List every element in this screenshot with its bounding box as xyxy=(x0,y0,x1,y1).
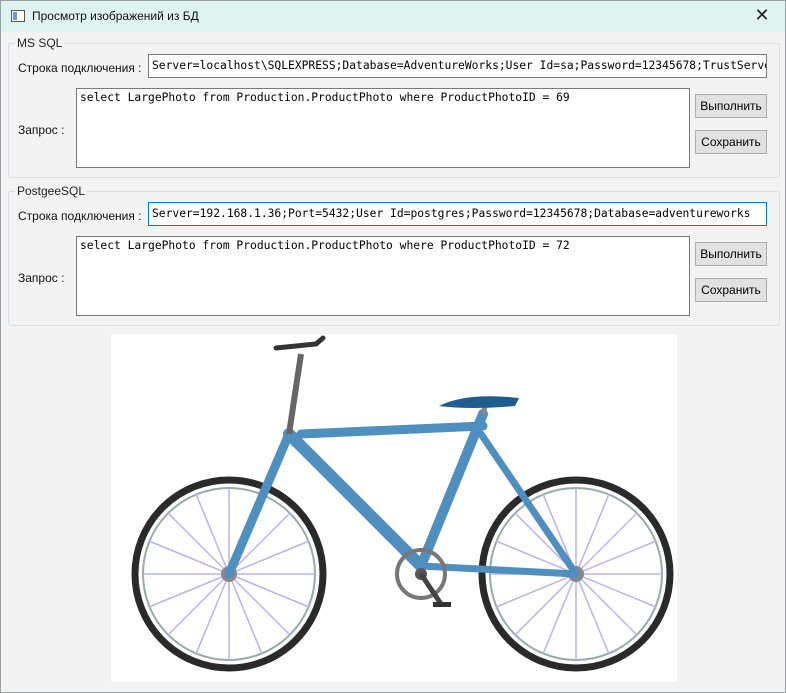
close-button[interactable]: ✕ xyxy=(739,1,785,32)
app-icon xyxy=(11,10,25,22)
mssql-save-button[interactable]: Сохранить xyxy=(695,130,767,154)
postgres-query-input[interactable]: select LargePhoto from Production.Produc… xyxy=(76,236,690,316)
postgres-connection-input[interactable]: Server=192.168.1.36;Port=5432;User Id=po… xyxy=(148,202,767,226)
mssql-group-label: MS SQL xyxy=(15,36,65,50)
postgres-query-label: Запрос : xyxy=(18,271,65,285)
postgres-group: PostgeeSQL Строка подключения : Server=1… xyxy=(8,184,780,326)
bicycle-image xyxy=(131,335,674,672)
mssql-query-label: Запрос : xyxy=(18,123,65,137)
mssql-conn-label: Строка подключения : xyxy=(18,61,142,75)
title-bar: Просмотр изображений из БД ✕ xyxy=(1,1,785,32)
mssql-connection-input[interactable]: Server=localhost\SQLEXPRESS;Database=Adv… xyxy=(148,54,767,78)
window-title: Просмотр изображений из БД xyxy=(32,9,199,23)
postgres-conn-label: Строка подключения : xyxy=(18,209,142,223)
mssql-group: MS SQL Строка подключения : Server=local… xyxy=(8,36,780,178)
postgres-group-label: PostgeeSQL xyxy=(15,184,88,198)
postgres-save-button[interactable]: Сохранить xyxy=(695,278,767,302)
postgres-execute-button[interactable]: Выполнить xyxy=(695,242,767,266)
handlebar xyxy=(273,335,326,435)
mssql-query-input[interactable]: select LargePhoto from Production.Produc… xyxy=(76,88,690,168)
product-photo xyxy=(111,334,677,682)
app-window: Просмотр изображений из БД ✕ MS SQL Стро… xyxy=(0,0,786,693)
mssql-execute-button[interactable]: Выполнить xyxy=(695,94,767,118)
